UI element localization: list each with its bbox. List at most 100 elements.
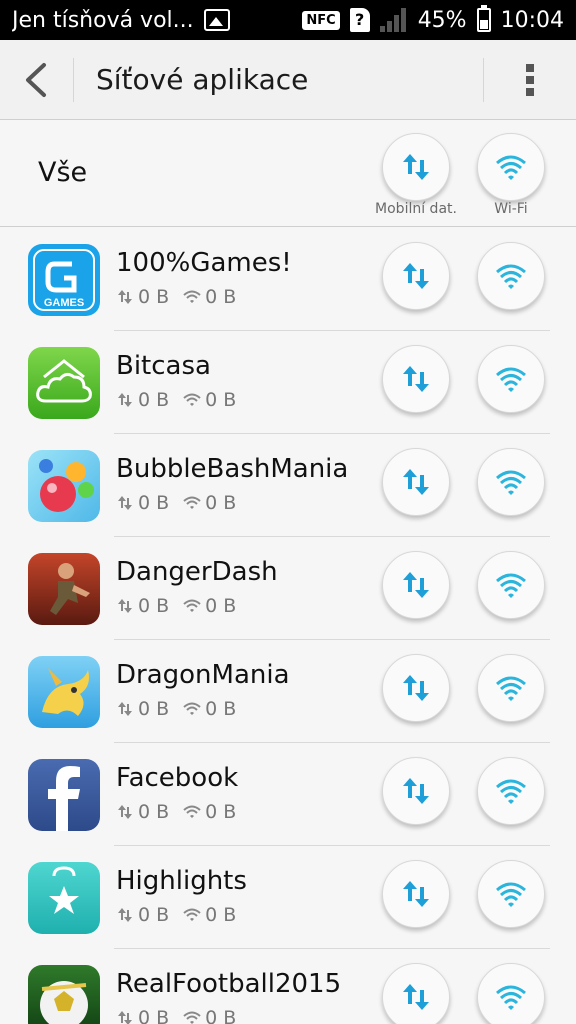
app-usage: 0 B 0 B — [116, 801, 236, 823]
app-usage: 0 B 0 B — [116, 904, 236, 926]
wifi-toggle[interactable] — [477, 242, 545, 310]
wifi-icon — [496, 264, 526, 289]
wifi-toggle[interactable] — [477, 757, 545, 825]
app-usage: 0 B 0 B — [116, 286, 236, 308]
football-icon — [28, 965, 100, 1024]
back-arrow-icon — [25, 62, 46, 97]
page-title: Síťové aplikace — [96, 63, 309, 96]
all-wifi-toggle[interactable] — [477, 133, 545, 201]
all-mobile-data-toggle[interactable] — [382, 133, 450, 201]
notification-text: Jen tísňová vol... — [12, 7, 194, 33]
wifi-usage: 0 B — [205, 595, 237, 617]
bubble-icon — [28, 450, 100, 522]
wifi-toggle[interactable] — [477, 448, 545, 516]
app-header: Síťové aplikace — [0, 40, 576, 120]
wifi-icon — [496, 779, 526, 804]
nfc-icon: NFC — [302, 10, 340, 30]
mobile-data-toggle[interactable] — [382, 654, 450, 722]
wifi-small-icon — [183, 393, 201, 406]
mobile-data-toggle[interactable] — [382, 551, 450, 619]
mobile-data-small-icon — [118, 702, 132, 716]
svg-text:GAMES: GAMES — [44, 297, 84, 309]
app-name: 100%Games! — [116, 248, 292, 278]
mobile-usage: 0 B — [138, 801, 170, 823]
wifi-toggle[interactable] — [477, 654, 545, 722]
wifi-small-icon — [183, 599, 201, 612]
wifi-small-icon — [183, 908, 201, 921]
wifi-toggle[interactable] — [477, 551, 545, 619]
wifi-small-icon — [183, 1011, 201, 1024]
mobile-data-small-icon — [118, 393, 132, 407]
wifi-icon — [496, 985, 526, 1010]
wifi-small-icon — [183, 805, 201, 818]
mobile-data-toggle[interactable] — [382, 448, 450, 516]
mobile-usage: 0 B — [138, 595, 170, 617]
mobile-data-icon — [403, 984, 429, 1010]
wifi-toggle[interactable] — [477, 860, 545, 928]
app-list: GAMES 100%Games! 0 B 0 B Bitcasa 0 B 0 B… — [0, 228, 576, 1024]
list-item: RealFootball2015 0 B 0 B — [0, 949, 576, 1024]
app-name: RealFootball2015 — [116, 969, 342, 999]
mobile-data-small-icon — [118, 496, 132, 510]
app-usage: 0 B 0 B — [116, 595, 236, 617]
app-usage: 0 B 0 B — [116, 492, 236, 514]
wifi-toggle[interactable] — [477, 963, 545, 1024]
wifi-usage: 0 B — [205, 698, 237, 720]
dangerdash-icon — [28, 553, 100, 625]
wifi-icon — [496, 367, 526, 392]
facebook-icon — [28, 759, 100, 831]
battery-percent: 45% — [417, 7, 467, 33]
list-item: Highlights 0 B 0 B — [0, 846, 576, 949]
mobile-data-icon — [403, 881, 429, 907]
mobile-data-toggle[interactable] — [382, 860, 450, 928]
mobile-usage: 0 B — [138, 698, 170, 720]
all-apps-row: Vše Mobilní dat. Wi-Fi — [0, 121, 576, 227]
wifi-usage: 0 B — [205, 492, 237, 514]
back-button[interactable] — [0, 57, 74, 102]
wifi-small-icon — [183, 496, 201, 509]
wifi-small-icon — [183, 290, 201, 303]
wifi-icon — [496, 573, 526, 598]
mobile-usage: 0 B — [138, 389, 170, 411]
wifi-usage: 0 B — [205, 1007, 237, 1024]
wifi-usage: 0 B — [205, 801, 237, 823]
list-item: BubbleBashMania 0 B 0 B — [0, 434, 576, 537]
mobile-data-icon — [403, 469, 429, 495]
clock: 10:04 — [500, 7, 564, 33]
signal-icon — [379, 8, 408, 32]
list-item: DangerDash 0 B 0 B — [0, 537, 576, 640]
wifi-toggle[interactable] — [477, 345, 545, 413]
app-name: DragonMania — [116, 660, 290, 690]
app-name: DangerDash — [116, 557, 278, 587]
mobile-data-icon — [403, 675, 429, 701]
battery-icon — [476, 5, 491, 32]
app-name: Facebook — [116, 763, 239, 793]
list-item: Bitcasa 0 B 0 B — [0, 331, 576, 434]
mobile-data-icon — [403, 572, 429, 598]
bitcasa-cloud-icon — [28, 347, 100, 419]
mobile-usage: 0 B — [138, 286, 170, 308]
overflow-menu-icon — [526, 63, 534, 96]
overflow-menu-button[interactable] — [484, 40, 576, 120]
sim-card-icon: ? — [349, 8, 370, 32]
app-usage: 0 B 0 B — [116, 1007, 236, 1024]
mobile-usage: 0 B — [138, 492, 170, 514]
mobile-data-icon — [403, 154, 429, 180]
wifi-usage: 0 B — [205, 286, 237, 308]
status-bar: Jen tísňová vol... NFC ? 45% 10:04 — [0, 0, 576, 40]
mobile-data-small-icon — [118, 599, 132, 613]
app-name: BubbleBashMania — [116, 454, 349, 484]
list-item: GAMES 100%Games! 0 B 0 B — [0, 228, 576, 331]
mobile-data-icon — [403, 263, 429, 289]
notification-area: Jen tísňová vol... — [12, 8, 302, 33]
app-name: Bitcasa — [116, 351, 211, 381]
mobile-data-toggle[interactable] — [382, 242, 450, 310]
mobile-data-icon — [403, 366, 429, 392]
mobile-data-toggle[interactable] — [382, 963, 450, 1024]
mobile-data-icon — [403, 778, 429, 804]
mobile-data-toggle[interactable] — [382, 757, 450, 825]
mobile-data-column-label: Mobilní dat. — [375, 201, 457, 217]
app-usage: 0 B 0 B — [116, 698, 236, 720]
mobile-data-toggle[interactable] — [382, 345, 450, 413]
image-icon — [203, 9, 230, 31]
